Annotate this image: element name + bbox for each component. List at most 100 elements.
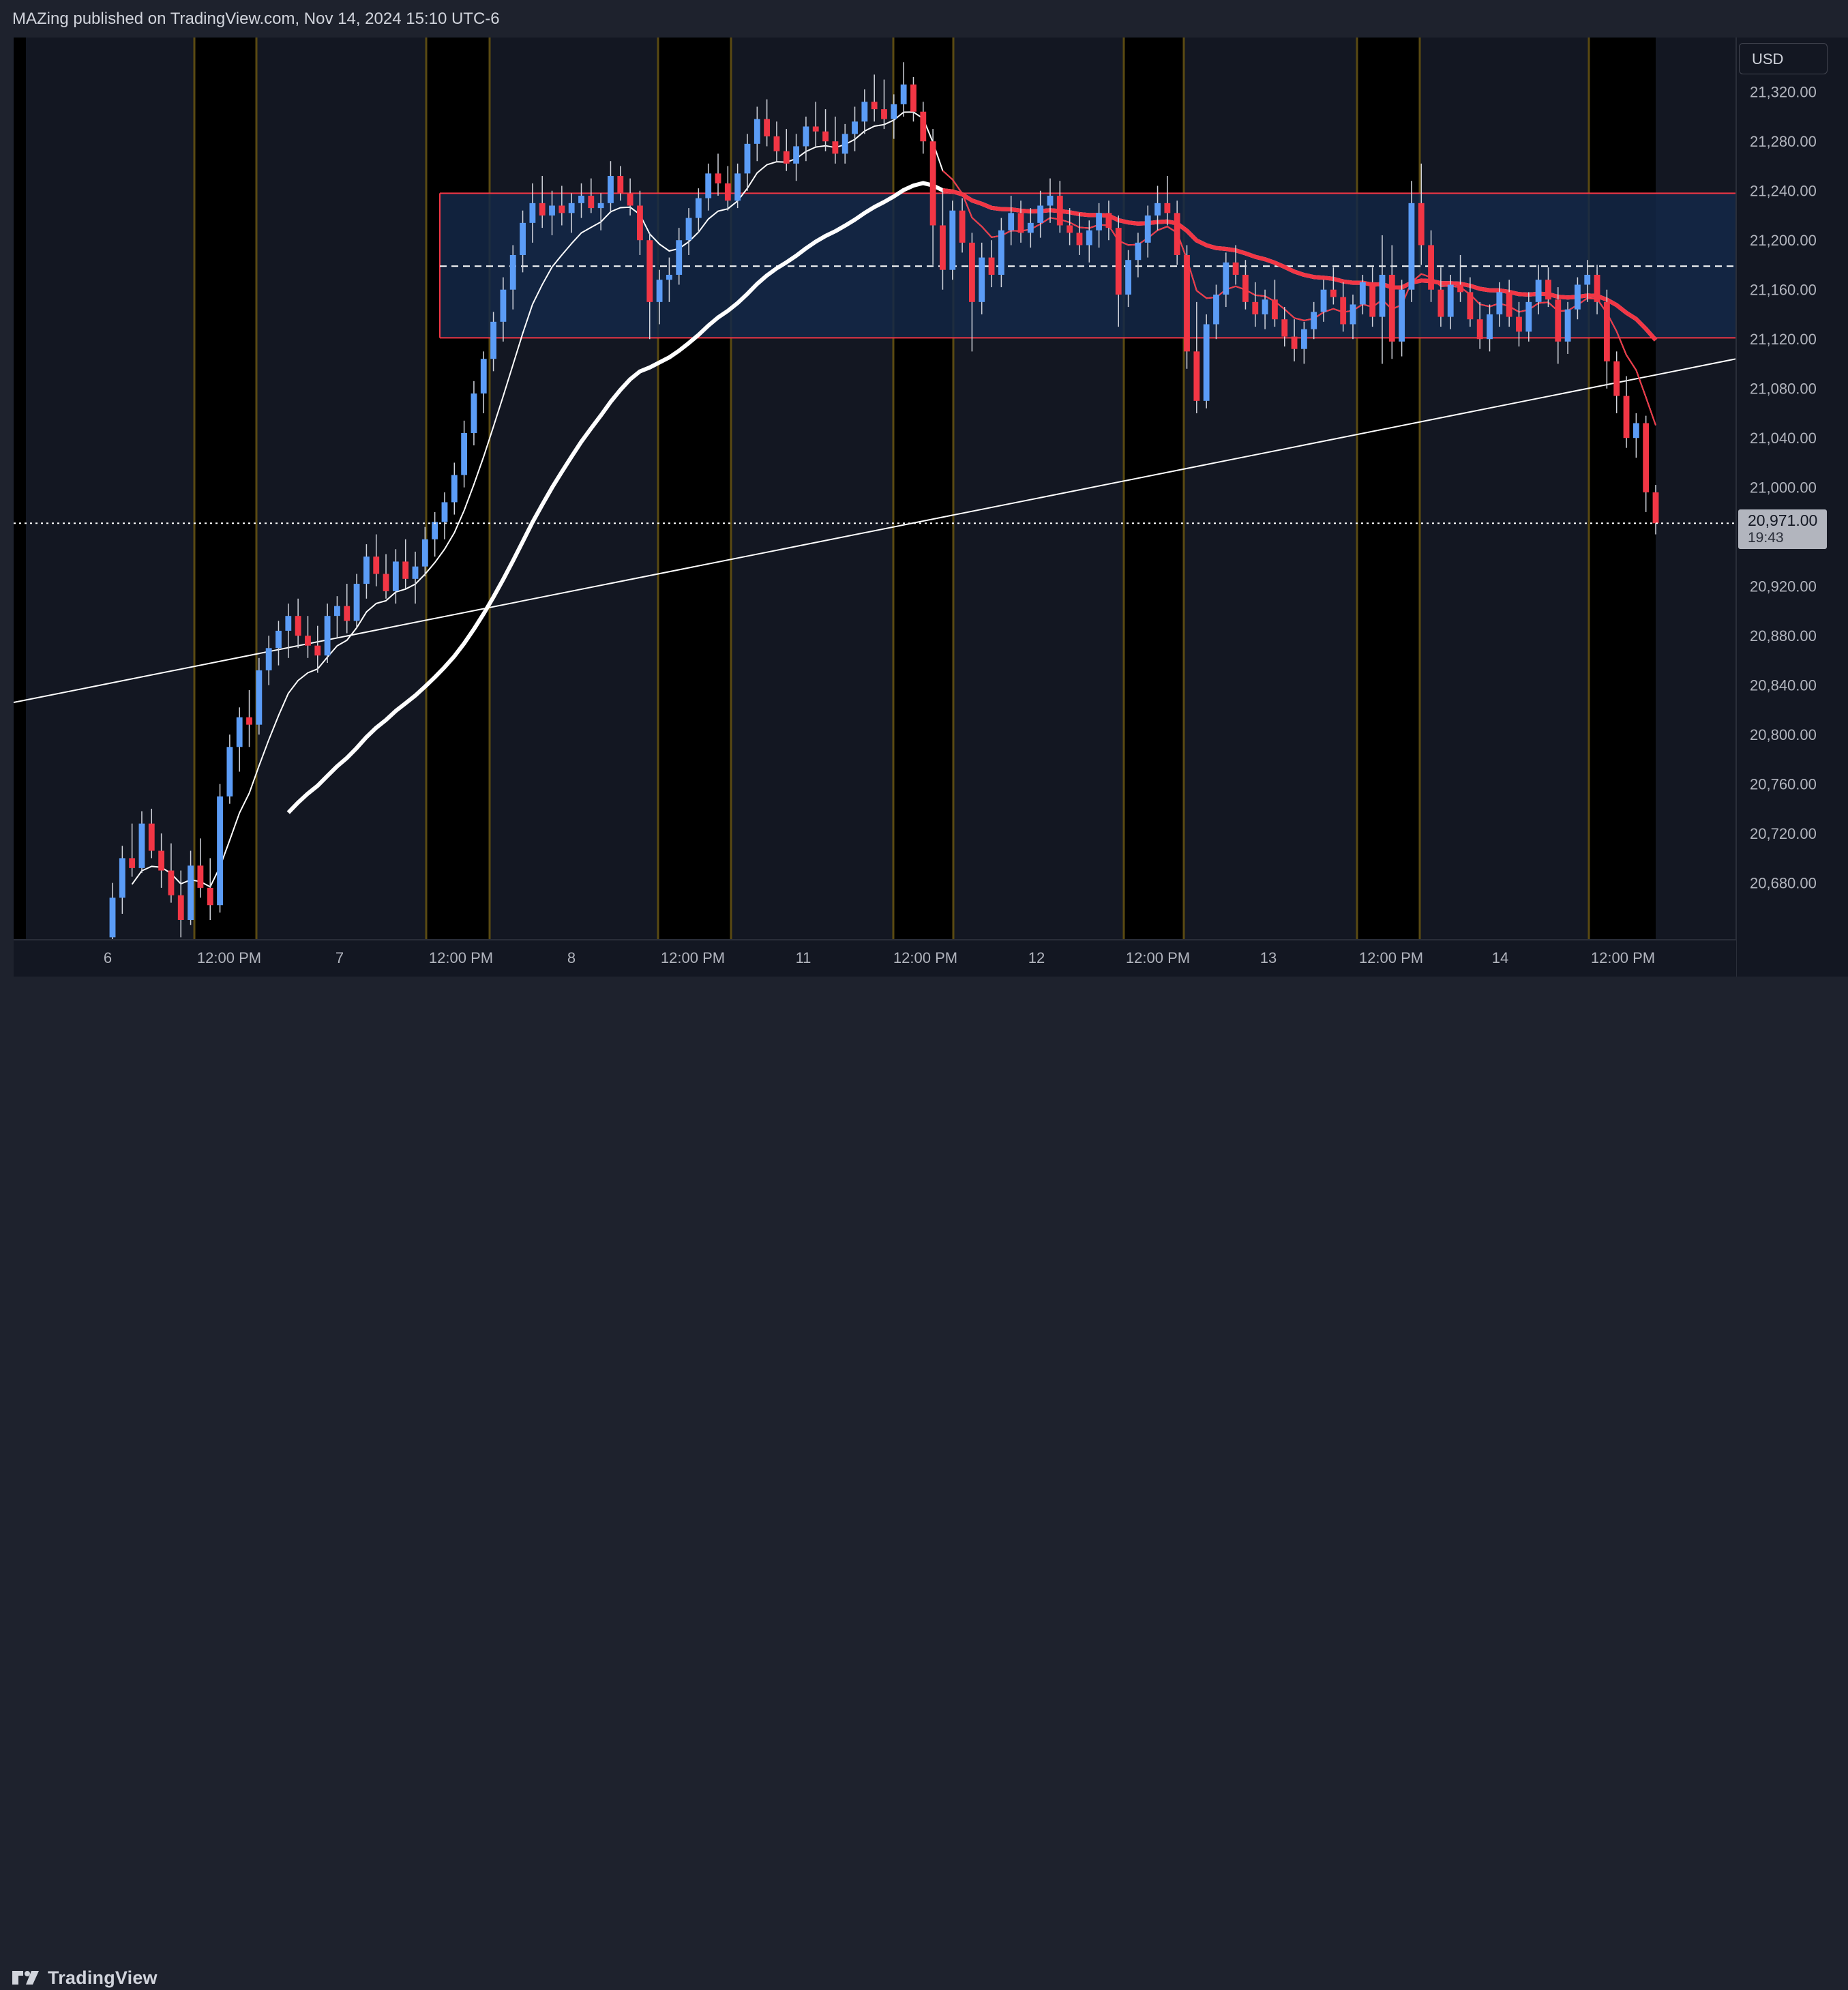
- candle-body: [568, 203, 575, 213]
- candle-body: [783, 151, 790, 164]
- candle-body: [558, 205, 565, 213]
- candle-body: [695, 198, 702, 218]
- candle-body: [685, 218, 692, 241]
- candle-body: [968, 242, 975, 302]
- candle: [1184, 245, 1190, 369]
- candle-body: [881, 109, 887, 119]
- candle-body: [412, 566, 419, 579]
- candle-body: [1067, 225, 1073, 233]
- currency-selector[interactable]: USD: [1739, 43, 1828, 74]
- candle-body: [832, 141, 839, 154]
- candle-body: [773, 136, 780, 151]
- candle-body: [1086, 230, 1092, 246]
- time-tick-label: 13: [1260, 949, 1277, 966]
- candle-body: [1369, 282, 1376, 317]
- off-session-band: [1124, 38, 1184, 940]
- candle-body: [129, 858, 136, 868]
- price-tick-label: 21,040.00: [1750, 430, 1817, 447]
- candle-body: [705, 173, 712, 198]
- time-tick-label: 12:00 PM: [1359, 949, 1423, 966]
- candle-body: [1096, 213, 1103, 231]
- candle-body: [1330, 289, 1337, 297]
- candle-body: [744, 143, 751, 174]
- candle-body: [490, 321, 497, 359]
- candle-body: [988, 257, 995, 275]
- candle-body: [1408, 203, 1415, 290]
- candle-body: [597, 203, 604, 209]
- candle-body: [1076, 233, 1083, 246]
- candle-body: [1193, 351, 1200, 401]
- price-tick-label: 20,840.00: [1750, 677, 1817, 694]
- off-session-band: [426, 38, 490, 940]
- candle-body: [1300, 329, 1307, 349]
- candle-body: [432, 522, 438, 539]
- candle-body: [764, 119, 771, 136]
- candle-body: [1555, 299, 1562, 342]
- candle-body: [1115, 228, 1122, 295]
- candle-body: [1399, 289, 1405, 342]
- price-tick-label: 21,160.00: [1750, 282, 1817, 299]
- candle-body: [1418, 203, 1425, 246]
- candle-body: [578, 195, 584, 203]
- time-tick-label: 12:00 PM: [197, 949, 261, 966]
- candle-body: [226, 747, 233, 797]
- candle-body: [1564, 309, 1571, 342]
- tradingview-logo[interactable]: TradingView: [12, 1965, 158, 1990]
- time-scale-bg: [14, 940, 1736, 977]
- candle-body: [1496, 292, 1503, 314]
- candle-body: [471, 393, 477, 433]
- time-tick-label: 12:00 PM: [1126, 949, 1190, 966]
- time-tick-label: 6: [104, 949, 112, 966]
- candle-body: [1056, 195, 1063, 226]
- candle-body: [441, 502, 448, 522]
- candle-body: [1291, 336, 1298, 349]
- candle-body: [1457, 284, 1463, 293]
- tradingview-icon: [12, 1971, 39, 1985]
- candle-body: [1008, 213, 1015, 231]
- time-tick-label: 14: [1492, 949, 1508, 966]
- candle-body: [1379, 274, 1386, 317]
- candle-body: [168, 870, 175, 895]
- candle-body: [344, 606, 351, 621]
- candle-body: [940, 225, 946, 270]
- time-tick-label: 11: [796, 949, 811, 966]
- candle-body: [617, 175, 624, 194]
- candle-body: [1037, 205, 1044, 223]
- candle-body: [1320, 289, 1327, 312]
- price-tick-label: 20,680.00: [1750, 875, 1817, 892]
- candle-body: [1545, 280, 1551, 300]
- candle-body: [392, 561, 399, 591]
- candle: [217, 784, 223, 913]
- candle-body: [656, 280, 663, 302]
- candle-body: [646, 240, 653, 302]
- candle-body: [637, 205, 643, 241]
- candle-body: [1047, 195, 1054, 206]
- price-chart[interactable]: 21,320.00 21,280.00 21,240.00 21,200.00 21,1…: [0, 0, 1848, 1024]
- candle: [1203, 314, 1210, 409]
- candle-body: [1350, 304, 1356, 325]
- candle-body: [1105, 213, 1112, 228]
- candle-body: [520, 222, 526, 255]
- candle-body: [1017, 213, 1024, 233]
- candle-body: [421, 539, 428, 567]
- candle-body: [265, 648, 272, 670]
- time-scale[interactable]: 6 12:00 PM 7 12:00 PM 8 12:00 PM 11 12:00 PM 12 1…: [14, 939, 1736, 977]
- candle-body: [861, 102, 868, 122]
- candle-body: [334, 606, 340, 617]
- price-tick-label: 20,880.00: [1750, 627, 1817, 644]
- candle-body: [1262, 299, 1268, 314]
- time-tick-label: 7: [336, 949, 344, 966]
- price-scale[interactable]: 21,320.00 21,280.00 21,240.00 21,200.00 21,1…: [1735, 38, 1848, 977]
- candle-body: [812, 126, 819, 132]
- candle-body: [920, 111, 927, 142]
- candle-body: [1340, 297, 1347, 325]
- candle-body: [1575, 284, 1581, 310]
- candle-body: [1213, 294, 1219, 325]
- time-tick-label: 12:00 PM: [893, 949, 957, 966]
- candle-body: [1652, 492, 1659, 524]
- price-tick-label: 20,760.00: [1750, 776, 1817, 793]
- candle-body: [324, 616, 331, 656]
- off-session-band: [1357, 38, 1420, 940]
- candle-body: [256, 670, 263, 725]
- candle-body: [275, 630, 282, 649]
